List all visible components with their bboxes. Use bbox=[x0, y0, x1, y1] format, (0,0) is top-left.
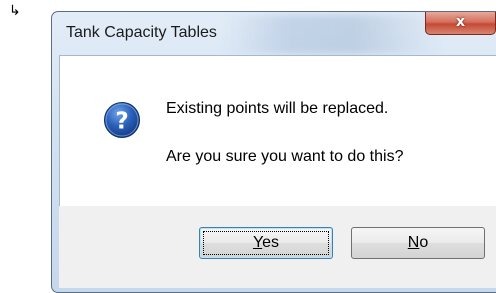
message-panel: ? Existing points will be replaced. Are … bbox=[59, 55, 496, 206]
question-icon: ? bbox=[104, 102, 140, 138]
dialog-title: Tank Capacity Tables bbox=[66, 24, 217, 41]
yes-button[interactable]: Yes bbox=[199, 227, 333, 259]
no-label-rest: o bbox=[419, 234, 429, 251]
button-bar: Yes No bbox=[59, 206, 496, 288]
no-button-label: No bbox=[408, 234, 428, 251]
titlebar-aero-glass bbox=[222, 14, 442, 54]
focus-indicator bbox=[203, 231, 329, 255]
close-icon: x bbox=[455, 14, 466, 30]
close-button[interactable]: x bbox=[425, 12, 496, 35]
svg-text:?: ? bbox=[115, 109, 128, 135]
message-line-1: Existing points will be replaced. bbox=[166, 100, 389, 117]
no-button[interactable]: No bbox=[351, 227, 485, 259]
cursor-arrow-icon: ↳ bbox=[9, 3, 21, 19]
message-dialog: Tank Capacity Tables x ? Existing points… bbox=[51, 11, 496, 293]
message-line-2: Are you sure you want to do this? bbox=[166, 148, 404, 165]
no-accelerator: N bbox=[407, 234, 420, 251]
screen: ↳ Tank Capacity Tables x ? Existing poin… bbox=[0, 0, 496, 293]
